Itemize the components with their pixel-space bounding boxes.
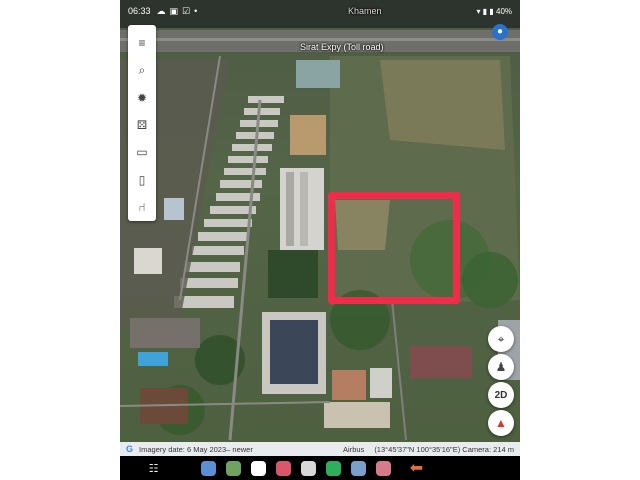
satellite-map[interactable]: Khamen Sirat Expy (Toll road) ● bbox=[120, 0, 520, 442]
app-dock: ☷ ⬅ bbox=[120, 456, 520, 480]
my-location-button[interactable]: ⌖ bbox=[488, 326, 514, 352]
voyager-icon[interactable]: ✹ bbox=[128, 84, 156, 111]
box-app-icon[interactable] bbox=[376, 460, 391, 476]
view-mode-button[interactable]: 2D bbox=[488, 382, 514, 408]
menu-icon[interactable]: ≡ bbox=[128, 29, 156, 56]
app-grid-icon[interactable]: ☷ bbox=[146, 461, 161, 476]
back-arrow-icon[interactable]: ⬅ bbox=[409, 460, 424, 477]
camera-app-icon[interactable] bbox=[276, 460, 291, 476]
account-icon[interactable]: ● bbox=[492, 24, 508, 40]
imagery-info-bar: G Imagery date: 6 May 2023– newer Airbus… bbox=[120, 442, 520, 456]
dot-icon: • bbox=[194, 6, 198, 16]
calendar-app-icon[interactable] bbox=[251, 460, 266, 476]
status-right-icons: ▾ ▮ ▮ 40% bbox=[476, 6, 513, 16]
map-road-label: Sirat Expy (Toll road) bbox=[300, 42, 384, 52]
projects-icon[interactable]: ▯ bbox=[128, 166, 156, 193]
share-icon[interactable]: ⑁ bbox=[128, 194, 156, 221]
compass-button[interactable]: ▲ bbox=[488, 410, 514, 436]
imagery-provider: Airbus bbox=[343, 444, 365, 454]
mail-app-icon[interactable] bbox=[301, 460, 316, 476]
gallery-app-icon[interactable] bbox=[201, 460, 216, 476]
image-icon: ▣ bbox=[169, 5, 179, 16]
docs-app-icon[interactable] bbox=[351, 460, 366, 476]
feeling-lucky-icon[interactable]: ⚄ bbox=[128, 111, 156, 138]
imagery-date: Imagery date: 6 May 2023– newer bbox=[139, 444, 253, 454]
satellite-imagery bbox=[120, 0, 520, 441]
phone-screen: Khamen Sirat Expy (Toll road) ● 06:33 ☁ … bbox=[120, 0, 520, 480]
google-logo: G bbox=[126, 444, 134, 454]
phone-app-icon[interactable] bbox=[226, 460, 241, 476]
pegman-button[interactable]: ♟ bbox=[488, 354, 514, 380]
search-icon[interactable]: ⌕ bbox=[128, 56, 156, 83]
measure-icon[interactable]: ▭ bbox=[128, 139, 156, 166]
chrome-app-icon[interactable] bbox=[326, 460, 341, 476]
status-bar: 06:33 ☁ ▣ ☑ • ▾ ▮ ▮ 40% bbox=[120, 0, 520, 22]
highlighted-area-box bbox=[328, 192, 460, 304]
cloud-icon: ☁ bbox=[156, 5, 166, 16]
status-time: 06:33 bbox=[128, 6, 151, 16]
coordinates-readout: (13°45'37"N 100°35'16"E) Camera: 214 m bbox=[374, 444, 514, 454]
check-icon: ☑ bbox=[182, 5, 191, 16]
left-toolbar: ≡ ⌕ ✹ ⚄ ▭ ▯ ⑁ bbox=[128, 25, 156, 221]
